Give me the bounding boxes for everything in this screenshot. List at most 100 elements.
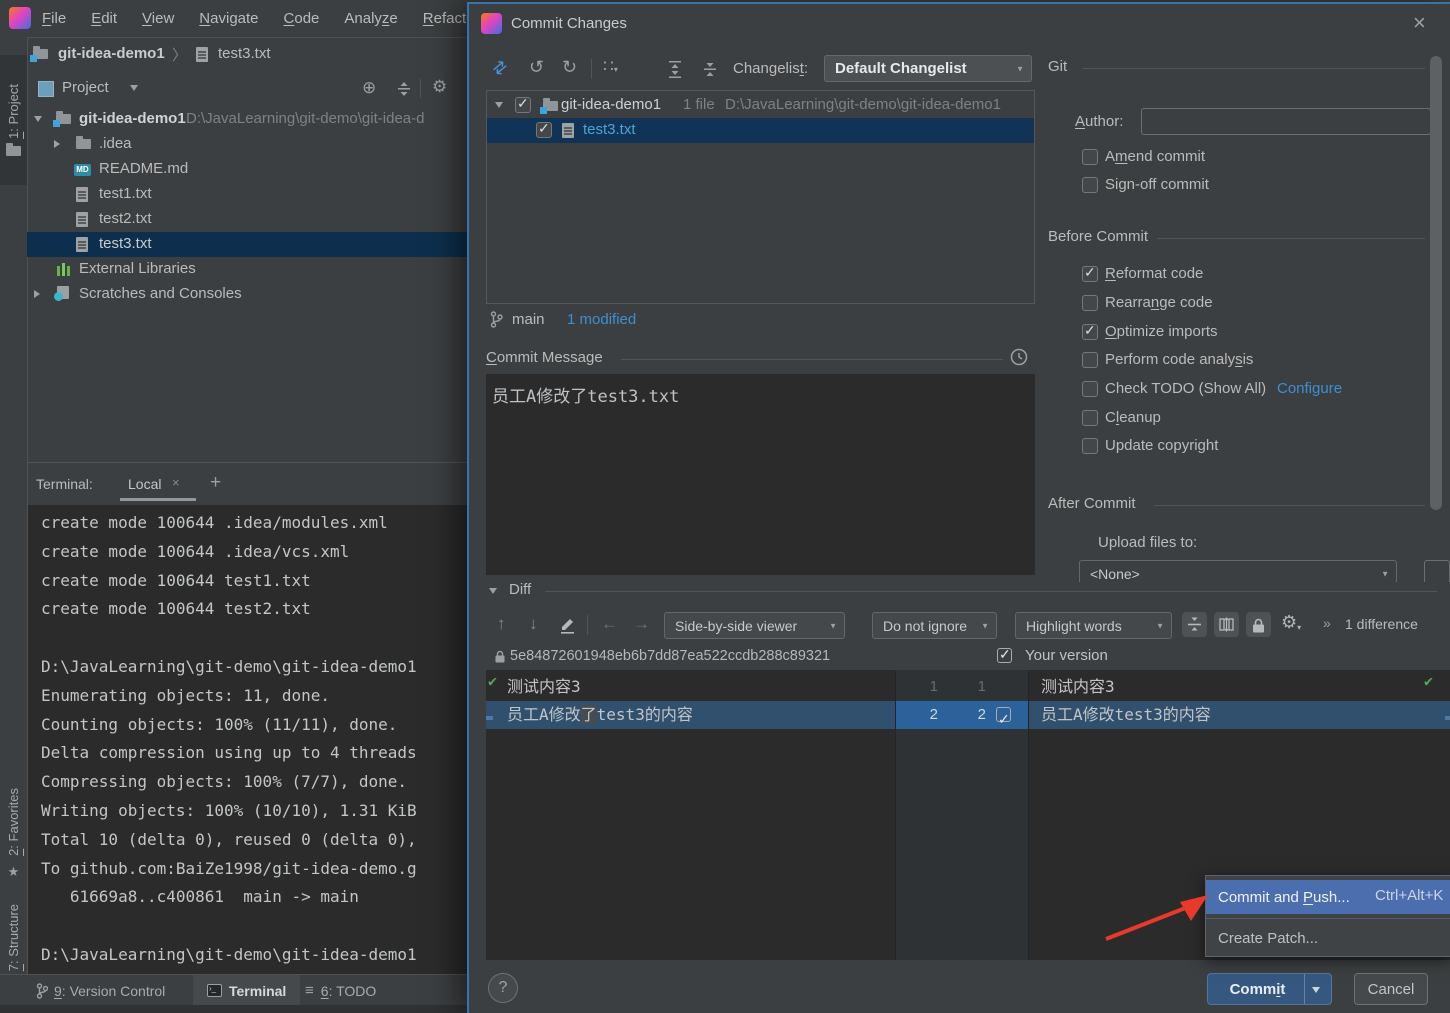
diff-header-label: Diff: [509, 581, 531, 598]
dialog-title-bar[interactable]: Commit Changes ×: [469, 4, 1450, 46]
previous-change-icon[interactable]: ←: [601, 614, 618, 634]
diff-collapse-icon[interactable]: [489, 588, 497, 594]
tree-row-scratches[interactable]: Scratches and Consoles: [28, 282, 467, 307]
commit-options-arrow-icon[interactable]: [1312, 987, 1320, 993]
tool-strip-project[interactable]: 1: Project: [0, 55, 27, 185]
breadcrumb-file[interactable]: test3.txt: [218, 45, 271, 62]
terminal-line: create mode 100644 test2.txt: [41, 595, 467, 624]
previous-difference-icon[interactable]: ↑: [497, 614, 506, 634]
tree-row-test1[interactable]: test1.txt: [28, 182, 467, 207]
code-analysis-checkbox[interactable]: [1082, 352, 1098, 368]
upload-files-dropdown[interactable]: <None> ▼: [1079, 560, 1397, 582]
tree-row-external-libraries[interactable]: External Libraries: [28, 257, 467, 282]
menu-item-edit[interactable]: Edit: [91, 10, 117, 27]
collapse-all-icon[interactable]: [702, 61, 718, 78]
menu-item-analyze[interactable]: Analyze: [344, 10, 397, 27]
expand-all-icon[interactable]: [667, 61, 683, 78]
highlight-mode-dropdown[interactable]: Highlight words ▼: [1015, 612, 1172, 639]
group-by-icon[interactable]: ∷▾: [603, 57, 618, 77]
file-checkbox[interactable]: [536, 122, 552, 138]
author-field[interactable]: [1141, 108, 1431, 135]
show-diff-icon[interactable]: ⇄: [488, 56, 512, 80]
diff-settings-gear-icon[interactable]: ⚙▾: [1281, 612, 1301, 633]
commit-tree-root-row[interactable]: git-idea-demo1 1 file D:\JavaLearning\gi…: [487, 93, 1034, 118]
terminal-tab-local[interactable]: Local: [128, 476, 161, 492]
amend-commit-checkbox[interactable]: [1082, 149, 1098, 165]
tree-row-test2[interactable]: test2.txt: [28, 207, 467, 232]
statusbar-terminal-tab[interactable]: ›_ Terminal: [193, 975, 300, 1006]
popup-item-commit-and-push[interactable]: Commit and Push... Ctrl+Alt+K: [1206, 880, 1450, 914]
message-history-icon[interactable]: [1010, 348, 1028, 366]
tree-row-root[interactable]: git-idea-demo1 D:\JavaLearning\git-demo\…: [28, 107, 467, 132]
configure-link[interactable]: Configure: [1277, 380, 1342, 397]
diff-gutter: 1 1 2 2: [895, 670, 1029, 960]
next-change-icon[interactable]: →: [633, 614, 650, 634]
collapsed-arrow-icon[interactable]: [34, 290, 40, 298]
menu-item-navigate[interactable]: Navigate: [199, 10, 258, 27]
modified-count[interactable]: 1 modified: [567, 311, 636, 328]
dialog-close-icon[interactable]: ×: [1413, 10, 1426, 36]
include-change-checkbox[interactable]: [996, 707, 1011, 722]
project-panel-icon: [38, 81, 54, 97]
expand-arrow-icon[interactable]: [34, 116, 42, 122]
collapse-all-icon[interactable]: [396, 81, 412, 97]
git-section-header: Git: [1048, 58, 1067, 75]
star-icon: ★: [8, 864, 20, 880]
menu-item-view[interactable]: View: [142, 10, 174, 27]
reformat-code-checkbox[interactable]: [1082, 266, 1098, 282]
statusbar-todo[interactable]: ≡ 6: TODO: [305, 975, 376, 1006]
refresh-icon[interactable]: ↻: [562, 57, 577, 78]
rearrange-code-checkbox[interactable]: [1082, 295, 1098, 311]
commit-tree-root-label: git-idea-demo1: [561, 96, 661, 113]
options-scrollbar[interactable]: [1430, 56, 1442, 510]
collapse-unchanged-toggle[interactable]: [1182, 612, 1207, 637]
menu-item-file[interactable]: File: [42, 10, 66, 27]
viewer-mode-dropdown[interactable]: Side-by-side viewer ▼: [664, 612, 845, 639]
disable-editing-toggle[interactable]: [1246, 612, 1271, 637]
popup-item-create-patch[interactable]: Create Patch...: [1206, 922, 1450, 954]
project-panel-title[interactable]: Project: [62, 79, 109, 96]
project-panel-dropdown-icon[interactable]: [130, 85, 138, 91]
expand-arrow-icon[interactable]: [495, 102, 503, 108]
next-difference-icon[interactable]: ↓: [529, 614, 538, 634]
terminal-output[interactable]: create mode 100644 .idea/modules.xml cre…: [28, 505, 467, 974]
terminal-panel-header: Terminal: Local × +: [28, 464, 467, 504]
terminal-line: [41, 624, 467, 653]
cleanup-checkbox[interactable]: [1082, 410, 1098, 426]
check-todo-checkbox[interactable]: [1082, 381, 1098, 397]
upload-config-button[interactable]: [1424, 560, 1450, 582]
chevron-double-icon[interactable]: »: [1323, 615, 1331, 631]
commit-button[interactable]: Commit: [1207, 973, 1332, 1005]
whitespace-dropdown[interactable]: Do not ignore ▼: [872, 612, 997, 639]
gutter-line-changed: 2 2: [896, 701, 1028, 729]
signoff-commit-checkbox[interactable]: [1082, 177, 1098, 193]
your-version-checkbox[interactable]: [997, 648, 1012, 663]
collapsed-arrow-icon[interactable]: [54, 140, 60, 148]
tree-row-test3-selected[interactable]: test3.txt: [27, 232, 467, 257]
update-copyright-checkbox[interactable]: [1082, 438, 1098, 454]
commit-message-editor[interactable]: 员工A修改了test3.txt: [486, 374, 1035, 575]
diff-left-pane[interactable]: ✔ 测试内容3 员工A修改了test3的内容: [486, 670, 895, 960]
breadcrumb-project[interactable]: git-idea-demo1: [58, 45, 165, 62]
rollback-icon[interactable]: ↺: [529, 57, 544, 78]
synchronize-scrolling-toggle[interactable]: [1214, 612, 1239, 637]
diff-section-header[interactable]: Diff: [469, 580, 1450, 602]
menu-item-code[interactable]: Code: [284, 10, 320, 27]
changelist-dropdown[interactable]: Default Changelist ▼: [824, 55, 1032, 82]
optimize-imports-checkbox[interactable]: [1082, 324, 1098, 340]
locate-file-icon[interactable]: ⊕: [362, 78, 376, 98]
commit-tree-file-row[interactable]: test3.txt: [487, 118, 1034, 143]
settings-gear-icon[interactable]: ⚙: [432, 77, 447, 97]
terminal-line: Delta compression using up to 4 threads: [41, 739, 467, 768]
tree-row-idea[interactable]: .idea: [28, 132, 467, 157]
edit-source-icon[interactable]: [559, 615, 576, 634]
new-terminal-tab-icon[interactable]: +: [210, 472, 221, 494]
tool-strip-favorites[interactable]: 2: Favorites ★: [0, 779, 27, 889]
statusbar-version-control[interactable]: 9: Version Control: [36, 975, 165, 1006]
root-checkbox[interactable]: [515, 97, 531, 113]
tree-row-readme[interactable]: README.md: [28, 157, 467, 182]
annotation-arrow: [1090, 883, 1220, 953]
cancel-button[interactable]: Cancel: [1354, 973, 1428, 1005]
tab-close-icon[interactable]: ×: [172, 475, 180, 490]
help-button[interactable]: ?: [488, 973, 518, 1003]
